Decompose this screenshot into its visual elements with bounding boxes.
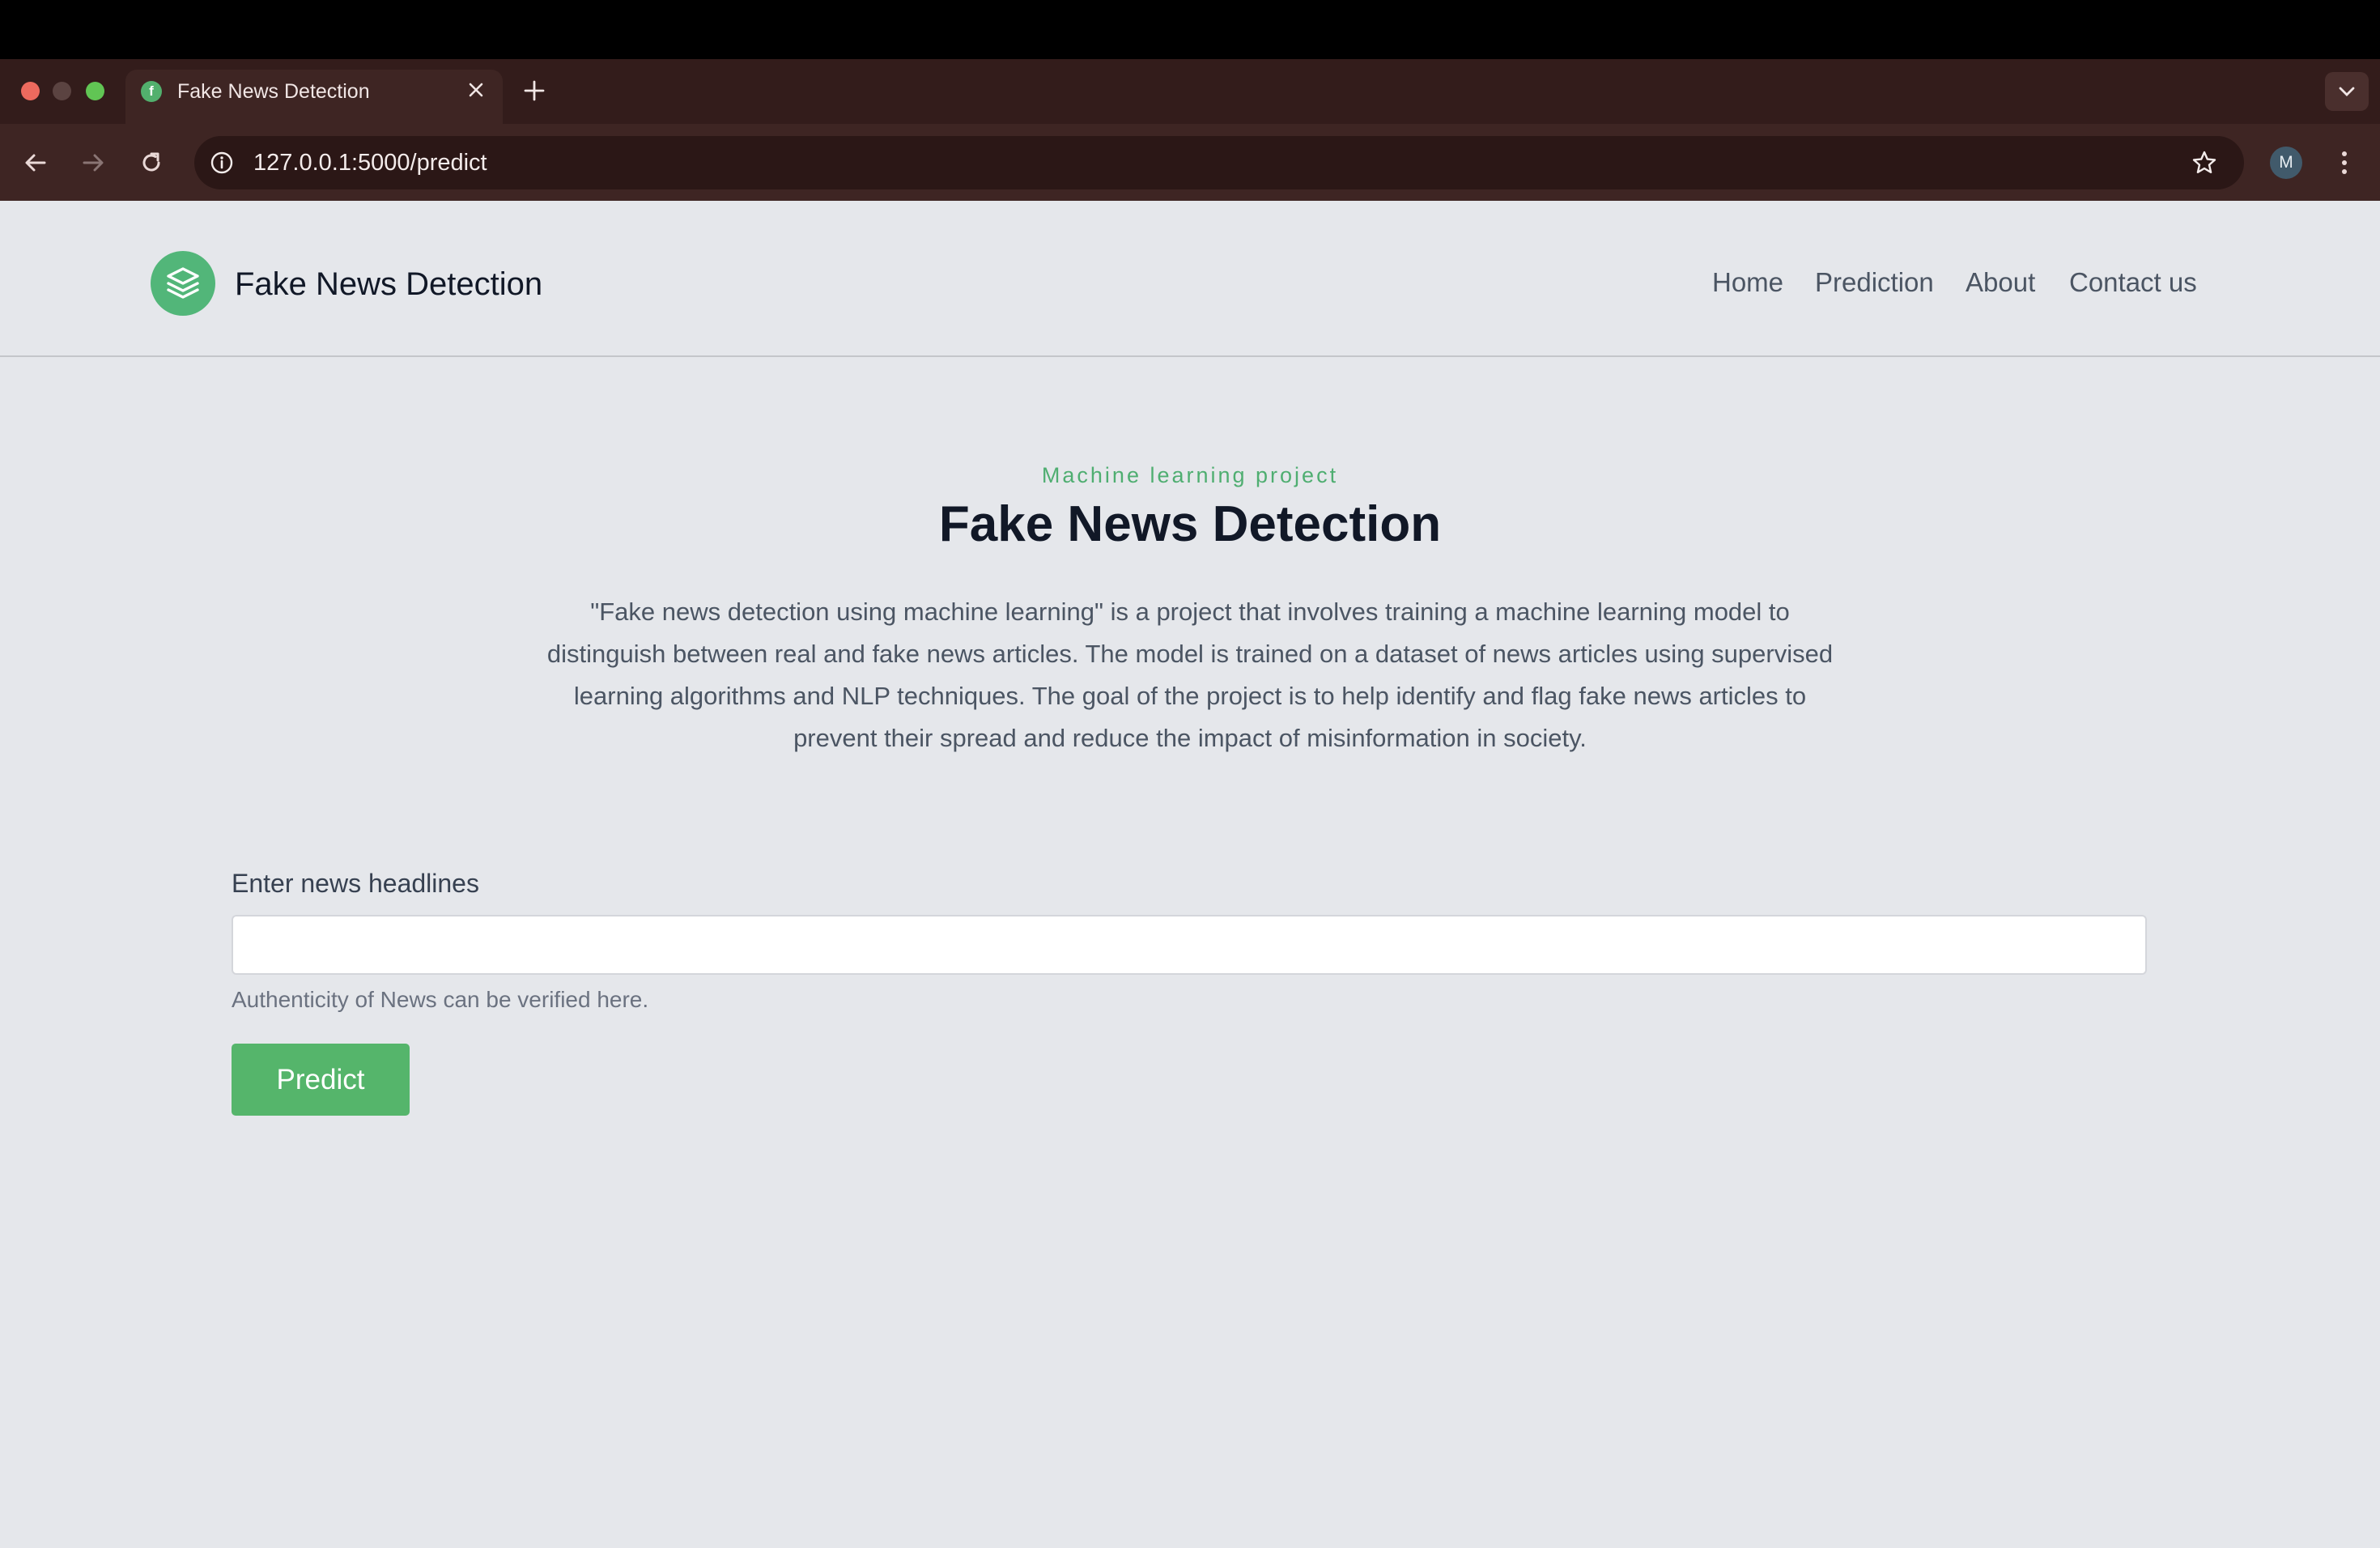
nav-prediction[interactable]: Prediction xyxy=(1815,264,1934,301)
address-bar[interactable] xyxy=(194,136,2244,189)
hero-kicker: Machine learning project xyxy=(1041,463,1339,487)
window-close-button[interactable] xyxy=(21,82,40,100)
hero-description: "Fake news detection using machine learn… xyxy=(546,598,1834,752)
headline-label: Enter news headlines xyxy=(232,869,479,898)
back-icon xyxy=(25,154,46,172)
back-button[interactable] xyxy=(17,144,54,181)
plus-icon xyxy=(524,80,545,101)
tab-close-button[interactable] xyxy=(463,79,489,104)
predict-button[interactable]: Predict xyxy=(232,1044,410,1116)
nav-contact[interactable]: Contact us xyxy=(2069,264,2197,301)
headline-help-text: Authenticity of News can be verified her… xyxy=(232,987,649,1012)
nav-about[interactable]: About xyxy=(1966,264,2035,301)
header-divider xyxy=(0,355,2380,357)
forward-button[interactable] xyxy=(74,144,112,181)
close-icon xyxy=(469,83,483,97)
kebab-menu-icon xyxy=(2342,151,2347,174)
forward-icon xyxy=(83,154,104,172)
bookmark-button[interactable] xyxy=(2187,146,2221,180)
site-info-icon xyxy=(210,151,233,174)
url-text[interactable]: 127.0.0.1:5000/predict xyxy=(253,147,487,179)
tab-favicon-icon: f xyxy=(141,81,162,102)
new-tab-button[interactable] xyxy=(520,75,549,108)
layers-icon xyxy=(167,267,199,299)
reload-button[interactable] xyxy=(133,144,170,181)
window-minimize-button[interactable] xyxy=(53,82,71,100)
tab-search-button[interactable] xyxy=(2325,72,2369,111)
profile-avatar[interactable]: M xyxy=(2270,147,2302,179)
site-brand[interactable]: Fake News Detection xyxy=(235,266,542,303)
site-info-button[interactable] xyxy=(207,148,236,177)
reload-icon xyxy=(142,152,160,172)
bookmark-star-icon xyxy=(2192,151,2216,173)
window-maximize-button[interactable] xyxy=(86,82,104,100)
chevron-down-icon xyxy=(2339,87,2355,96)
browser-menu-button[interactable] xyxy=(2327,146,2361,180)
headline-input[interactable] xyxy=(232,915,2147,975)
nav-home[interactable]: Home xyxy=(1712,264,1783,301)
page-title: Fake News Detection xyxy=(938,496,1442,552)
site-logo[interactable] xyxy=(151,251,215,316)
tab-title: Fake News Detection xyxy=(177,80,370,103)
